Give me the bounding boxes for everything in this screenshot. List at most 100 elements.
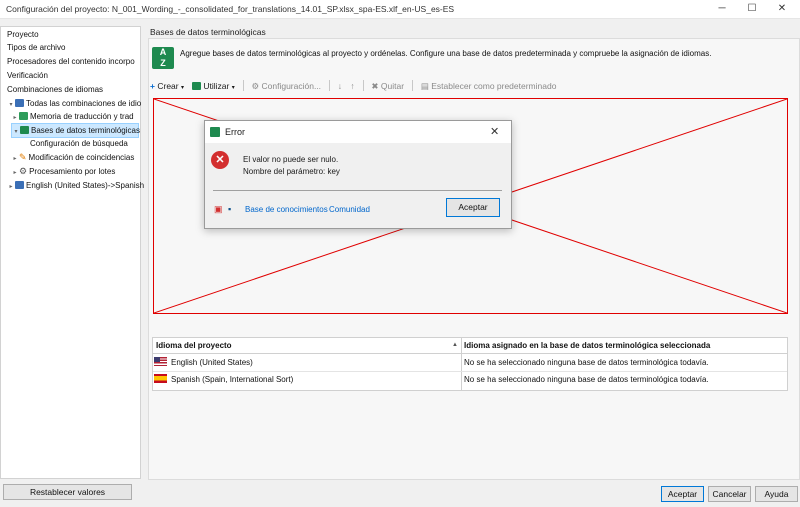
maximize-button[interactable]: ☐ [737,0,767,18]
remove-x-icon: ✖ [371,81,379,91]
cancel-button[interactable]: Cancelar [708,486,751,502]
create-button[interactable]: + Crear ▾ [150,81,184,91]
configuration-label: Configuración... [261,81,322,91]
az-icon-top-letter: A [159,47,167,57]
dialog-title: Error [225,127,245,137]
toolbar-separator [329,80,331,91]
configuration-button[interactable]: ⚙ Configuración... [252,81,322,92]
expand-icon[interactable]: ▸ [7,181,15,194]
window-title: Configuración del proyecto: N_001_Wordin… [6,4,455,14]
knowledge-base-link[interactable]: Base de conocimientos [245,205,328,214]
toolbar-separator [412,80,414,91]
save-icon[interactable]: ▪ [228,204,231,214]
gear-icon: ⚙ [19,166,28,176]
language-pair-icon [15,99,24,107]
nav-item-procesadores[interactable]: Procesadores del contenido incorpo [7,55,135,68]
use-button[interactable]: Utilizar ▾ [192,81,235,91]
toolbar-separator [363,80,365,91]
error-message-line2: Nombre del parámetro: key [243,167,340,176]
nav-label: Procesamiento por lotes [29,167,116,176]
remove-label: Quitar [380,81,405,91]
error-dialog: Error ✕ ✕ El valor no puede ser nulo. No… [204,120,512,229]
nav-label: Modificación de coincidencias [28,153,135,162]
plus-icon: + [150,81,155,91]
create-label: Crear [157,81,179,91]
error-message-line1: El valor no puede ser nulo. [243,155,339,164]
nav-item-bases-datos[interactable]: ▾ Bases de datos terminológicas [11,123,140,139]
nav-label: Combinaciones de idiomas [7,85,104,94]
dialog-body: ✕ El valor no puede ser nulo. Nombre del… [205,143,511,228]
assigned-language-cell: No se ha seleccionado ninguna base de da… [464,358,709,367]
reset-values-button[interactable]: Restablecer valores [3,484,132,500]
dialog-accept-button[interactable]: Aceptar [446,198,500,217]
sort-asc-icon: ▲ [452,342,458,348]
toolbar-separator [243,80,245,91]
nav-label: Todas las combinaciones de idio [26,99,142,108]
move-up-button[interactable]: ↑ [350,81,354,91]
nav-item-memoria[interactable]: ▸ Memoria de traducción y trad [11,110,134,123]
column-divider [461,338,462,390]
navigation-tree: Proyecto Tipos de archivo Procesadores d… [0,26,144,479]
community-link[interactable]: Comunidad [329,205,370,214]
set-default-button[interactable]: ▤ Establecer como predeterminado [421,81,557,92]
language-pair-icon [15,181,24,189]
us-flag-icon [154,357,167,366]
section-title: Bases de datos terminológicas [150,27,266,37]
accept-button[interactable]: Aceptar [661,486,704,502]
nav-label: Proyecto [7,30,39,39]
table-row[interactable]: Spanish (Spain, International Sort) [154,372,293,388]
use-label: Utilizar [203,81,230,91]
dropdown-arrow-icon: ▾ [231,85,235,91]
nav-item-verificacion[interactable]: Verificación [7,69,48,82]
column-label: Idioma del proyecto [156,341,232,350]
arrow-down-icon: ↓ [337,81,343,91]
spain-flag-icon [154,374,167,383]
collapse-icon[interactable]: ▾ [12,126,20,139]
set-default-label: Establecer como predeterminado [431,81,557,91]
nav-item-procesamiento[interactable]: ▸ ⚙ Procesamiento por lotes [11,165,115,178]
column-label: Idioma asignado en la base de datos term… [464,341,711,350]
nav-label: Memoria de traducción y trad [30,112,134,121]
app-icon [210,127,220,137]
termbase-small-icon [192,82,202,90]
nav-item-modificacion[interactable]: ▸ ✎ Modificación de coincidencias [11,151,134,164]
nav-label: Bases de datos terminológicas [31,126,140,135]
termbase-toolbar: + Crear ▾ Utilizar ▾ ⚙ Configuración... … [150,80,562,94]
nav-label: Procesadores del contenido incorpo [7,57,135,66]
error-report-icon[interactable]: ▣ [214,204,223,215]
grid-header-assigned-language[interactable]: Idioma asignado en la base de datos term… [464,338,784,353]
dialog-divider [213,190,502,191]
close-window-button[interactable]: ✕ [767,0,797,18]
dialog-title-bar: Error ✕ [205,121,511,143]
nav-item-todas-combinaciones[interactable]: ▾ Todas las combinaciones de idio [7,97,141,110]
move-down-button[interactable]: ↓ [338,81,342,91]
assigned-language-cell: No se ha seleccionado ninguna base de da… [464,375,709,384]
termbase-icon [20,126,29,134]
remove-button[interactable]: ✖ Quitar [371,81,404,92]
nav-label: Verificación [7,71,48,80]
title-bar: Configuración del proyecto: N_001_Wordin… [0,0,800,19]
grid-header-project-language[interactable]: Idioma del proyecto ▲ [156,338,461,353]
termbase-az-icon: A Z [152,47,174,69]
nav-item-proyecto[interactable]: Proyecto [7,28,39,41]
section-description: Agregue bases de datos terminológicas al… [180,49,712,58]
arrow-up-icon: ↑ [350,81,355,91]
nav-item-english-spanish[interactable]: ▸ English (United States)->Spanish [7,179,144,192]
project-language-cell: English (United States) [171,358,253,367]
settings-icon: ⚙ [251,81,260,91]
minimize-button[interactable]: ─ [707,0,737,18]
project-language-cell: Spanish (Spain, International Sort) [171,375,294,384]
nav-item-combinaciones[interactable]: Combinaciones de idiomas [7,83,103,96]
help-button[interactable]: Ayuda [755,486,798,502]
header-divider [153,353,787,354]
language-mapping-grid: Idioma del proyecto ▲ Idioma asignado en … [152,337,788,391]
nav-label: Tipos de archivo [7,43,66,52]
nav-item-tipos-de-archivo[interactable]: Tipos de archivo [7,41,65,54]
error-icon: ✕ [211,151,229,169]
dialog-close-button[interactable]: ✕ [490,125,499,138]
table-row[interactable]: English (United States) [154,355,253,371]
nav-label: Configuración de búsqueda [30,139,128,148]
nav-label: English (United States)->Spanish [26,181,145,190]
wrench-icon: ✎ [19,152,27,162]
nav-item-configuracion-busqueda[interactable]: Configuración de búsqueda [30,137,128,150]
